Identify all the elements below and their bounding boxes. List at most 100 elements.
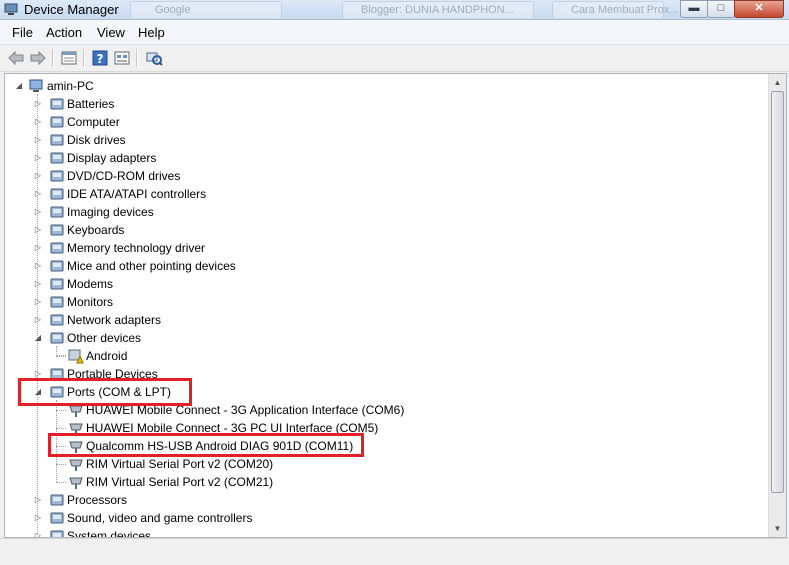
tree-category-label: Portable Devices [67,367,158,381]
tree-category-node[interactable]: ▷ Sound, video and game controllers [5,509,765,527]
tree-device-node[interactable]: HUAWEI Mobile Connect - 3G Application I… [5,401,765,419]
disk-drive-icon [49,132,65,148]
tree-category-node[interactable]: ▷ Monitors [5,293,765,311]
expand-arrow-icon[interactable]: ▷ [33,153,43,163]
tree-category-label: Ports (COM & LPT) [67,385,172,399]
tree-category-label: Batteries [67,97,115,111]
modem-icon [49,276,65,292]
expand-arrow-icon[interactable]: ▷ [33,99,43,109]
tree-guide-line [56,410,66,411]
tree-category-node[interactable]: ▷ Display adapters [5,149,765,167]
status-bar [0,538,789,565]
battery-icon [49,96,65,112]
tree-category-label: Memory technology driver [67,241,206,255]
title-bar[interactable]: Device Manager Google Blogger: DUNIA HAN… [0,0,789,20]
device-tree[interactable]: ◢ amin-PC ▷ Batteries ▷ Computer ▷ Disk drive… [5,74,769,537]
tree-category-node[interactable]: ▷ Portable Devices [5,365,765,383]
collapse-arrow-icon[interactable]: ◢ [33,387,43,397]
vertical-scrollbar[interactable]: ▲ ▼ [768,74,786,537]
minimize-button[interactable]: ▬ [680,0,708,18]
background-tab-2[interactable]: Blogger: DUNIA HANDPHON... [342,1,534,18]
svg-text:?: ? [97,52,104,66]
expand-arrow-icon[interactable]: ▷ [33,495,43,505]
tree-device-label: Android [86,349,128,363]
maximize-icon: □ [717,2,725,14]
expand-arrow-icon[interactable]: ▷ [33,261,43,271]
expand-arrow-icon[interactable]: ▷ [33,135,43,145]
tree-category-node[interactable]: ▷ Mice and other pointing devices [5,257,765,275]
tree-device-label: RIM Virtual Serial Port v2 (COM20) [86,457,274,471]
tree-category-node[interactable]: ▷ Processors [5,491,765,509]
tree-category-node[interactable]: ▷ Imaging devices [5,203,765,221]
close-button[interactable]: ✕ [734,0,784,18]
toolbar-separator [136,49,138,67]
scroll-down-arrow-icon[interactable]: ▼ [769,520,786,537]
expand-arrow-icon[interactable]: ▷ [33,513,43,523]
expand-arrow-icon[interactable]: ▷ [33,243,43,253]
menu-file[interactable]: File [12,25,33,40]
expand-arrow-icon[interactable]: ▷ [33,297,43,307]
tree-category-label: Display adapters [67,151,157,165]
help-icon[interactable]: ? [90,48,110,68]
maximize-button[interactable]: □ [707,0,735,18]
menu-view[interactable]: View [97,25,125,40]
forward-arrow-icon[interactable] [28,48,48,68]
serial-port-icon [68,420,84,436]
tree-category-node[interactable]: ▷ Modems [5,275,765,293]
tree-category-node[interactable]: ▷ Keyboards [5,221,765,239]
tree-category-node[interactable]: ▷ DVD/CD-ROM drives [5,167,765,185]
expand-arrow-icon[interactable]: ▷ [33,207,43,217]
keyboard-icon [49,222,65,238]
details-icon[interactable] [112,48,132,68]
tree-category-node[interactable]: ◢ Ports (COM & LPT) [5,383,765,401]
expand-arrow-icon[interactable]: ▷ [33,225,43,235]
sound-icon [49,510,65,526]
tree-device-node[interactable]: RIM Virtual Serial Port v2 (COM21) [5,473,765,491]
toolbar-separator [52,49,54,67]
tree-root-node[interactable]: ◢ amin-PC [5,77,765,95]
tree-category-label: DVD/CD-ROM drives [67,169,181,183]
tree-category-label: Sound, video and game controllers [67,511,253,525]
scroll-up-arrow-icon[interactable]: ▲ [769,74,786,91]
scan-hardware-icon[interactable] [144,48,164,68]
tree-device-label: RIM Virtual Serial Port v2 (COM21) [86,475,274,489]
serial-port-icon [68,474,84,490]
tree-category-label: Other devices [67,331,142,345]
device-tree-pane[interactable]: ◢ amin-PC ▷ Batteries ▷ Computer ▷ Disk drive… [4,73,787,538]
collapse-arrow-icon[interactable]: ◢ [14,81,24,91]
menu-help[interactable]: Help [138,25,165,40]
tree-device-node[interactable]: Android [5,347,765,365]
collapse-arrow-icon[interactable]: ◢ [33,333,43,343]
scrollbar-thumb[interactable] [771,91,784,493]
expand-arrow-icon[interactable]: ▷ [33,369,43,379]
background-tab-1[interactable]: Google [130,1,282,18]
tree-category-node[interactable]: ▷ Disk drives [5,131,765,149]
tree-device-label: Qualcomm HS-USB Android DIAG 901D (COM11… [86,439,354,453]
expand-arrow-icon[interactable]: ▷ [33,315,43,325]
background-tab-label: Cara Membuat Prox... [571,4,679,16]
menu-action[interactable]: Action [46,25,82,40]
tree-category-node[interactable]: ▷ Network adapters [5,311,765,329]
tree-category-node[interactable]: ▷ Computer [5,113,765,131]
properties-icon[interactable] [59,48,79,68]
system-device-icon [49,528,65,537]
back-arrow-icon[interactable] [6,48,26,68]
expand-arrow-icon[interactable]: ▷ [33,531,43,537]
tree-device-node[interactable]: RIM Virtual Serial Port v2 (COM20) [5,455,765,473]
expand-arrow-icon[interactable]: ▷ [33,117,43,127]
network-adapter-icon [49,312,65,328]
tree-category-node[interactable]: ▷ Memory technology driver [5,239,765,257]
expand-arrow-icon[interactable]: ▷ [33,189,43,199]
tree-category-node[interactable]: ▷ Batteries [5,95,765,113]
expand-arrow-icon[interactable]: ▷ [33,279,43,289]
expand-arrow-icon[interactable]: ▷ [33,171,43,181]
tree-device-node[interactable]: HUAWEI Mobile Connect - 3G PC UI Interfa… [5,419,765,437]
unknown-device-warning-icon [68,348,84,364]
background-tab-3[interactable]: Cara Membuat Prox... [552,1,679,18]
tree-category-node[interactable]: ◢ Other devices [5,329,765,347]
tree-category-node[interactable]: ▷ System devices [5,527,765,537]
tree-guide-line [56,428,66,429]
tree-device-node[interactable]: Qualcomm HS-USB Android DIAG 901D (COM11… [5,437,765,455]
tree-category-node[interactable]: ▷ IDE ATA/ATAPI controllers [5,185,765,203]
other-devices-icon [49,330,65,346]
